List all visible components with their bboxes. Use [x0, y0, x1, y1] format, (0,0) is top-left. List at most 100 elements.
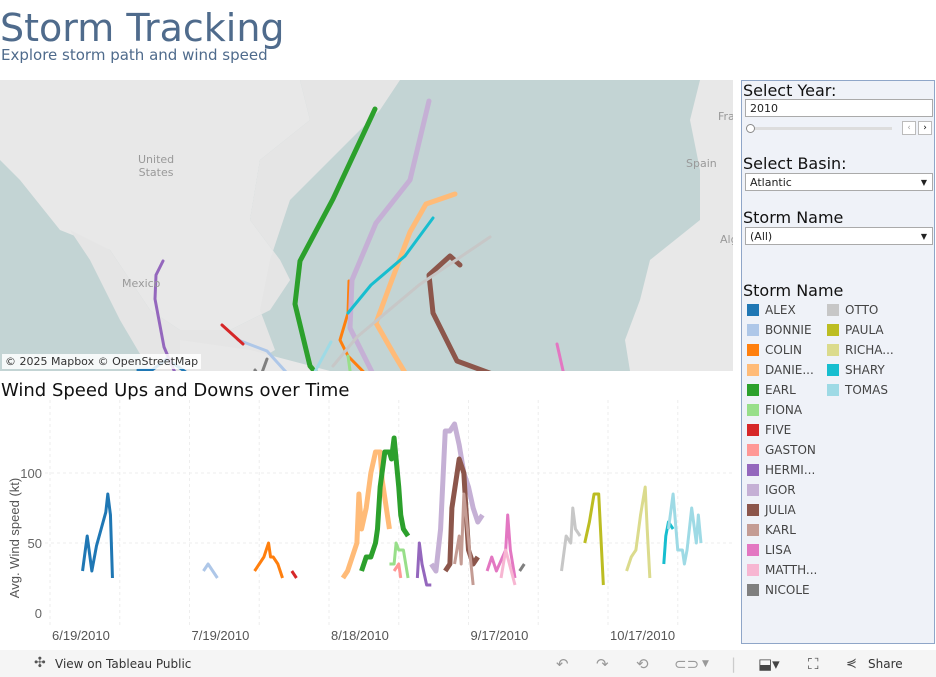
series-line-colin[interactable] [253, 541, 284, 579]
legend-item[interactable]: OTTO [827, 300, 878, 320]
legend-label: TOMAS [845, 383, 888, 397]
y-tick-label: 100 [20, 466, 42, 481]
storm-path-map[interactable]: United States Mexico Spain Fra Alg © 202… [0, 80, 733, 371]
series-line-five[interactable] [290, 570, 298, 579]
series-line-gaston[interactable] [392, 562, 403, 579]
year-slider-handle[interactable] [746, 124, 755, 133]
fullscreen-icon[interactable]: ⛶ [808, 655, 819, 673]
year-next-button[interactable]: › [918, 121, 932, 135]
legend-item[interactable]: DANIE... [747, 360, 814, 380]
legend-label: LISA [765, 543, 792, 557]
map-label-mexico: Mexico [122, 277, 161, 290]
legend-item[interactable]: FIVE [747, 420, 791, 440]
series-line-alex[interactable] [81, 492, 114, 579]
legend-swatch [827, 384, 839, 396]
x-tick-label: 9/17/2010 [471, 628, 529, 643]
legend-item[interactable]: SHARY [827, 360, 885, 380]
storm-track-igor[interactable] [347, 98, 586, 371]
legend-swatch [827, 344, 839, 356]
legend-swatch [747, 404, 759, 416]
basin-label: Select Basin: [743, 154, 847, 173]
series-line-otto[interactable] [560, 506, 582, 572]
legend-label: MATTH... [765, 563, 818, 577]
chart-title: Wind Speed Ups and Downs over Time [1, 380, 350, 401]
legend-item[interactable]: PAULA [827, 320, 884, 340]
legend-item[interactable]: NICOLE [747, 580, 810, 600]
download-icon[interactable]: ⬓▾ [758, 655, 780, 673]
legend-swatch [747, 304, 759, 316]
x-tick-label: 6/19/2010 [52, 628, 110, 643]
storm-dropdown[interactable]: (All) ▼ [745, 227, 933, 245]
map-label-united-states: United States [138, 153, 175, 179]
legend-item[interactable]: ALEX [747, 300, 796, 320]
legend-item[interactable]: COLIN [747, 340, 802, 360]
storm-track-lisa[interactable] [543, 342, 565, 371]
legend-item[interactable]: BONNIE [747, 320, 812, 340]
legend-label: FIVE [765, 423, 792, 437]
revert-icon[interactable]: ⟲ [636, 655, 649, 673]
basin-dropdown[interactable]: Atlantic ▼ [745, 173, 933, 191]
legend-item[interactable]: FIONA [747, 400, 802, 420]
legend-label: GASTON [765, 443, 816, 457]
year-prev-button[interactable]: ‹ [902, 121, 916, 135]
legend-label: PAULA [845, 323, 884, 337]
legend-swatch [827, 324, 839, 336]
y-axis-label: Avg. Wind speed (kt) [7, 478, 22, 598]
tableau-logo-icon: ✣ [34, 655, 46, 671]
year-slider-track[interactable] [748, 127, 892, 130]
view-on-tableau-link[interactable]: View on Tableau Public [55, 657, 191, 671]
legend-swatch [747, 584, 759, 596]
legend-swatch [747, 484, 759, 496]
legend-item[interactable]: JULIA [747, 500, 796, 520]
legend-item[interactable]: IGOR [747, 480, 796, 500]
chevron-down-icon: ▼ [920, 178, 927, 187]
share-icon[interactable]: ⋞ [846, 656, 857, 671]
map-label-spain: Spain [686, 157, 717, 170]
year-input[interactable]: 2010 [745, 99, 933, 117]
series-line-nicole[interactable] [518, 563, 526, 572]
refresh-icon[interactable]: ⊂⊃ [674, 655, 699, 673]
storm-filter-label: Storm Name [743, 208, 844, 227]
series-line-tomas[interactable] [666, 492, 703, 566]
series-line-bonnie[interactable] [202, 562, 219, 579]
legend-item[interactable]: EARL [747, 380, 796, 400]
legend-swatch [747, 324, 759, 336]
x-tick-label: 7/19/2010 [192, 628, 250, 643]
storm-track-danielle[interactable] [373, 191, 540, 371]
legend-swatch [747, 384, 759, 396]
map-label-algeria: Alg [720, 233, 733, 246]
legend-item[interactable]: LISA [747, 540, 791, 560]
legend-label: RICHA... [845, 343, 894, 357]
series-line-richard[interactable] [625, 485, 652, 579]
legend-item[interactable]: TOMAS [827, 380, 888, 400]
basin-value: Atlantic [750, 176, 792, 189]
x-tick-label: 8/18/2010 [331, 628, 389, 643]
legend-item[interactable]: MATTH... [747, 560, 817, 580]
legend-label: DANIE... [765, 363, 814, 377]
series-line-hermine[interactable] [415, 541, 432, 587]
series-line-paula[interactable] [583, 492, 605, 586]
legend-swatch [747, 544, 759, 556]
chevron-down-icon[interactable]: ▼ [702, 659, 709, 669]
wind-speed-chart[interactable]: Avg. Wind speed (kt) 0 50 100 6/19/2010 7/19… [0, 400, 735, 648]
legend-item[interactable]: GASTON [747, 440, 816, 460]
legend-item[interactable]: HERMI... [747, 460, 815, 480]
share-button[interactable]: Share [868, 657, 903, 671]
storm-track-julia[interactable] [426, 253, 602, 371]
legend-item[interactable]: KARL [747, 520, 796, 540]
page-title: Storm Tracking [0, 6, 285, 50]
legend-swatch [747, 464, 759, 476]
series-line-karl[interactable] [453, 492, 475, 586]
legend-swatch [747, 344, 759, 356]
legend-swatch [747, 504, 759, 516]
map-attribution[interactable]: © 2025 Mapbox © OpenStreetMap [2, 354, 202, 369]
legend-label: HERMI... [765, 463, 816, 477]
legend-item[interactable]: RICHA... [827, 340, 894, 360]
map-canvas[interactable] [0, 80, 733, 371]
undo-icon[interactable]: ↶ [556, 655, 569, 673]
toolbar-divider: | [731, 655, 737, 673]
legend-label: NICOLE [765, 583, 810, 597]
redo-icon[interactable]: ↷ [596, 655, 609, 673]
map-label-france: Fra [718, 110, 733, 123]
legend-swatch [827, 304, 839, 316]
